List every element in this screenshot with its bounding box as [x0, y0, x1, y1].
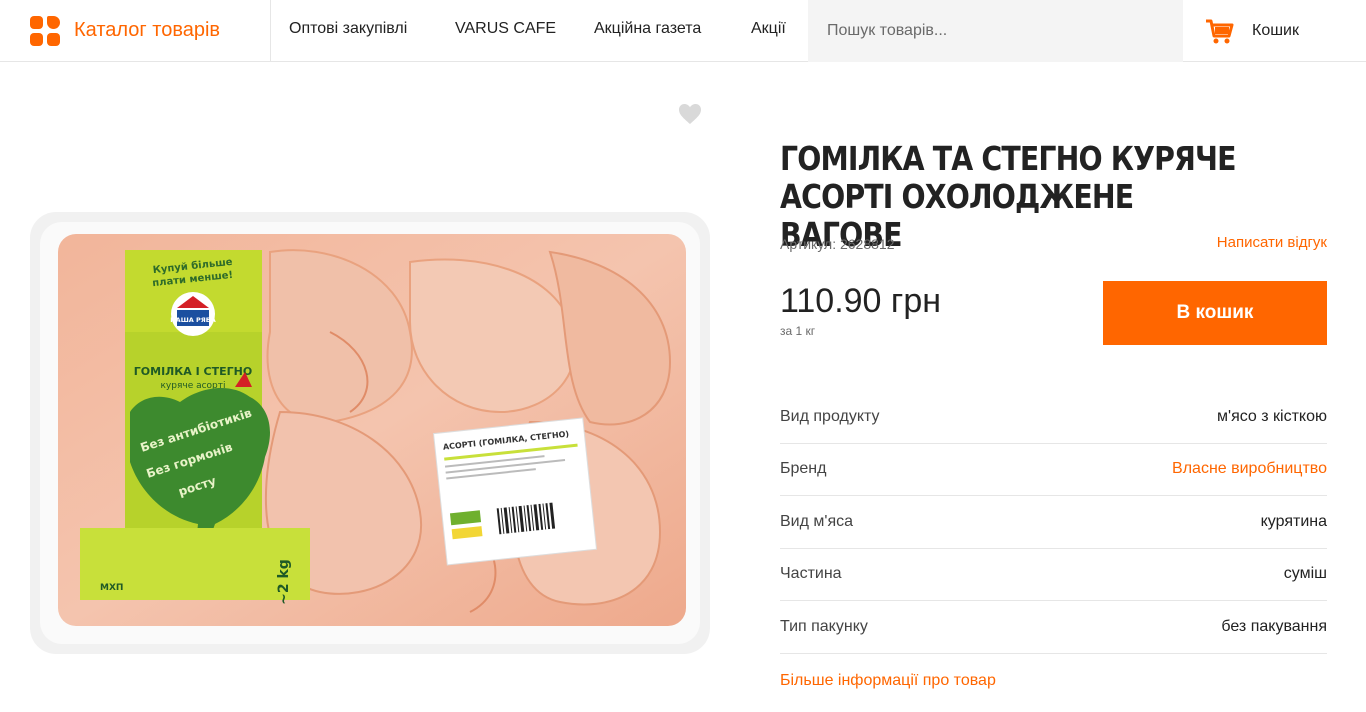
cart-icon — [1206, 19, 1234, 44]
product-image[interactable]: Купуй більше плати менше! НАША РЯБА ГОМІ… — [30, 212, 710, 654]
label-maker-text: МХП — [100, 583, 123, 593]
price-unit: за 1 кг — [780, 324, 816, 338]
nav-item-varus-cafe[interactable]: VARUS CAFE — [455, 20, 556, 38]
product-sku: Артикул: 2628812 — [780, 236, 895, 252]
brand-link[interactable]: Власне виробництво — [1172, 460, 1327, 478]
catalog-label: Каталог товарів — [74, 19, 221, 41]
attribute-value: курятина — [1260, 512, 1327, 530]
nav-item-promo-newspaper[interactable]: Акційна газета — [594, 20, 701, 38]
add-to-cart-button[interactable]: В кошик — [1103, 281, 1327, 345]
heart-icon[interactable] — [678, 103, 702, 125]
label-name-text: ГОМІЛКА І СТЕГНО — [134, 365, 252, 378]
more-info-link[interactable]: Більше інформації про товар — [780, 672, 996, 690]
site-header: Каталог товарів Оптові закупівлі VARUS C… — [0, 0, 1366, 62]
product-attributes: Вид продукту м'ясо з кісткою Бренд Власн… — [780, 391, 1327, 654]
attribute-row: Бренд Власне виробництво — [780, 444, 1327, 496]
attribute-row: Частина суміш — [780, 549, 1327, 601]
price-sticker: АСОРТІ (ГОМІЛКА, СТЕГНО) — [432, 417, 598, 566]
label-brand-text: НАША РЯБА — [170, 316, 216, 324]
nav-item-promotions[interactable]: Акції — [751, 20, 786, 38]
attribute-name: Вид м'яса — [780, 512, 854, 530]
attribute-row: Тип пакунку без пакування — [780, 601, 1327, 654]
label-weight-text: ~2 kg — [276, 559, 292, 605]
attribute-row: Вид м'яса курятина — [780, 496, 1327, 549]
write-review-link[interactable]: Написати відгук — [1217, 234, 1327, 251]
attribute-value: суміш — [1283, 565, 1327, 583]
attribute-name: Бренд — [780, 460, 827, 478]
cart-label: Кошик — [1252, 22, 1299, 39]
attribute-name: Частина — [780, 565, 842, 583]
grid-icon — [30, 15, 60, 46]
attribute-value: м'ясо з кісткою — [1217, 407, 1327, 425]
attribute-value: без пакування — [1221, 617, 1327, 635]
attribute-row: Вид продукту м'ясо з кісткою — [780, 391, 1327, 444]
attribute-name: Вид продукту — [780, 407, 880, 425]
catalog-button[interactable]: Каталог товарів — [0, 0, 271, 62]
nav-item-wholesale[interactable]: Оптові закупівлі — [289, 20, 407, 38]
search-input[interactable] — [827, 22, 1167, 40]
search-box — [808, 0, 1183, 62]
product-price: 110.90 грн — [780, 282, 942, 320]
cart-button[interactable]: Кошик — [1204, 0, 1299, 62]
attribute-name: Тип пакунку — [780, 617, 868, 635]
